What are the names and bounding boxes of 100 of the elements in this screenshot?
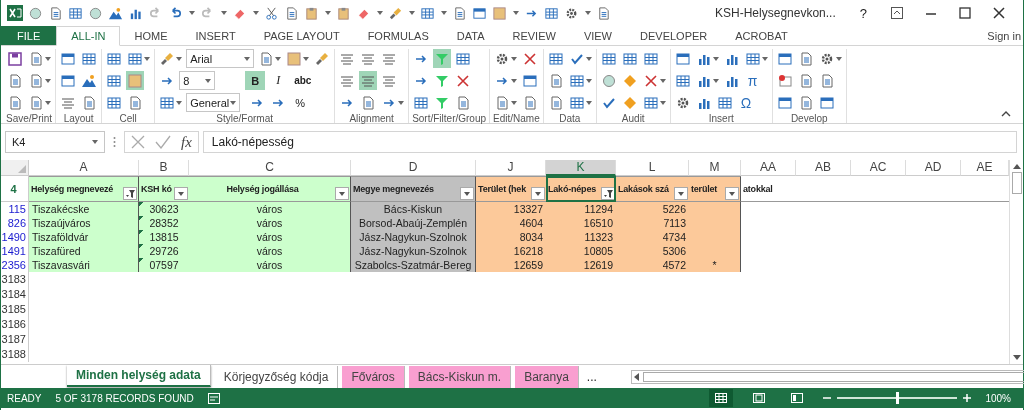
zoom-out-icon[interactable] (823, 394, 832, 402)
clipboard-icon[interactable] (304, 5, 319, 21)
header-cell[interactable]: terület (689, 176, 741, 202)
filter-dropdown-button[interactable] (601, 187, 615, 200)
caret-icon[interactable] (205, 78, 212, 83)
header-cell[interactable]: Terület (hek (476, 176, 546, 202)
row-number[interactable]: 3188 (1, 347, 29, 362)
column-header[interactable]: K (546, 160, 616, 176)
table-icon[interactable] (568, 94, 585, 111)
filter-dropdown-button[interactable] (123, 187, 137, 200)
caret-icon[interactable] (275, 56, 282, 61)
more-sheets-button[interactable]: ... (586, 369, 597, 384)
header-cell[interactable]: Helység megnevezé (29, 176, 139, 202)
window-icon[interactable] (776, 50, 793, 67)
document-icon[interactable] (48, 5, 63, 21)
scissors-icon[interactable] (264, 5, 279, 21)
font-size-dropdown[interactable]: 8 (179, 71, 216, 90)
table-icon[interactable] (106, 94, 123, 111)
row-number[interactable]: 3184 (1, 287, 29, 302)
name-box[interactable]: K4 (5, 131, 105, 153)
scroll-thumb[interactable] (1011, 172, 1022, 194)
save-icon[interactable] (7, 50, 23, 67)
caret-icon[interactable] (511, 100, 518, 105)
document-icon[interactable] (28, 94, 44, 111)
format-button[interactable]: abc (291, 71, 315, 90)
row-number[interactable]: 2356 (1, 258, 29, 272)
caret-icon[interactable] (303, 56, 310, 61)
cross-icon[interactable] (522, 50, 539, 67)
ribbon-tab[interactable]: PAGE LAYOUT (249, 26, 354, 45)
column-header[interactable]: B (139, 160, 189, 176)
row-number[interactable]: 3185 (1, 302, 29, 317)
caret-icon[interactable] (244, 56, 251, 61)
table-icon[interactable] (642, 50, 659, 67)
format-button[interactable]: % (290, 93, 311, 112)
caret-icon[interactable] (45, 100, 51, 105)
caret-icon[interactable] (221, 11, 227, 15)
caret-icon[interactable] (712, 78, 719, 83)
caret-icon[interactable] (761, 56, 768, 61)
paintbrush-icon[interactable] (314, 50, 331, 67)
circle-icon[interactable] (88, 5, 103, 21)
filter-dropdown-button[interactable] (174, 187, 188, 200)
table-icon[interactable] (106, 50, 123, 67)
table-icon[interactable] (159, 94, 176, 111)
window-icon[interactable] (776, 94, 793, 111)
column-header[interactable]: D (351, 160, 476, 176)
caret-icon[interactable] (176, 100, 183, 105)
row-number[interactable]: 4 (1, 176, 29, 202)
page-break-view-icon[interactable] (791, 393, 804, 403)
scroll-up-icon[interactable] (1012, 164, 1021, 169)
table-icon[interactable] (600, 50, 617, 67)
row-number[interactable]: 3183 (1, 272, 29, 287)
fill-swatch-icon[interactable] (286, 50, 303, 67)
table-icon[interactable] (81, 50, 98, 67)
zoom-in-icon[interactable] (963, 394, 972, 402)
horizontal-scrollbar[interactable] (630, 369, 1024, 384)
circle-icon[interactable] (600, 72, 617, 89)
column-header[interactable]: AD (906, 160, 961, 176)
fill-swatch-icon[interactable] (127, 72, 144, 89)
record-icon[interactable] (776, 72, 793, 89)
caret-icon[interactable] (712, 56, 719, 61)
fill-swatch-icon[interactable] (492, 5, 507, 21)
caret-icon[interactable] (585, 56, 592, 61)
sheet-tab[interactable]: Minden helység adata (67, 364, 211, 387)
caret-icon[interactable] (325, 11, 331, 15)
ribbon-tab[interactable]: ALL-IN (56, 26, 121, 46)
caret-icon[interactable] (409, 11, 415, 15)
row-number[interactable]: 1491 (1, 244, 29, 258)
ribbon-tab[interactable]: REVIEW (498, 26, 570, 45)
paintbrush-icon[interactable] (388, 5, 403, 21)
table-icon[interactable] (716, 94, 733, 111)
formula-input[interactable]: Lakó-népesség (202, 131, 1017, 153)
table-icon[interactable] (413, 94, 430, 111)
column-header[interactable]: AC (851, 160, 906, 176)
column-header[interactable]: AA (741, 160, 796, 176)
table-icon[interactable] (544, 5, 559, 21)
clipboard-icon[interactable] (336, 5, 351, 21)
document-icon[interactable] (7, 94, 23, 111)
ribbon-tab[interactable]: DEVELOPER (626, 26, 722, 45)
caret-icon[interactable] (253, 11, 259, 15)
cross-icon[interactable] (642, 72, 659, 89)
sheet-tab[interactable]: Főváros (342, 365, 405, 388)
number-format-dropdown[interactable]: General (186, 93, 241, 112)
table-icon[interactable] (547, 50, 564, 67)
table-icon[interactable] (106, 72, 123, 89)
row-number[interactable]: 3186 (1, 317, 29, 332)
caret-icon[interactable] (513, 11, 519, 15)
header-cell[interactable]: KSH kó (139, 176, 189, 202)
mountain-icon[interactable] (81, 72, 98, 89)
table-icon[interactable] (127, 50, 144, 67)
window-icon[interactable] (472, 5, 487, 21)
window-icon[interactable] (818, 94, 835, 111)
document-icon[interactable] (596, 5, 611, 21)
ribbon-tab[interactable]: FORMULAS (353, 26, 443, 45)
table-icon[interactable] (621, 50, 638, 67)
caret-icon[interactable] (585, 100, 592, 105)
caret-icon[interactable] (441, 11, 447, 15)
document-icon[interactable] (7, 72, 23, 89)
insert-function-button[interactable]: fx (181, 133, 192, 151)
caret-icon[interactable] (585, 11, 591, 15)
ribbon-display-icon[interactable] (891, 7, 903, 19)
